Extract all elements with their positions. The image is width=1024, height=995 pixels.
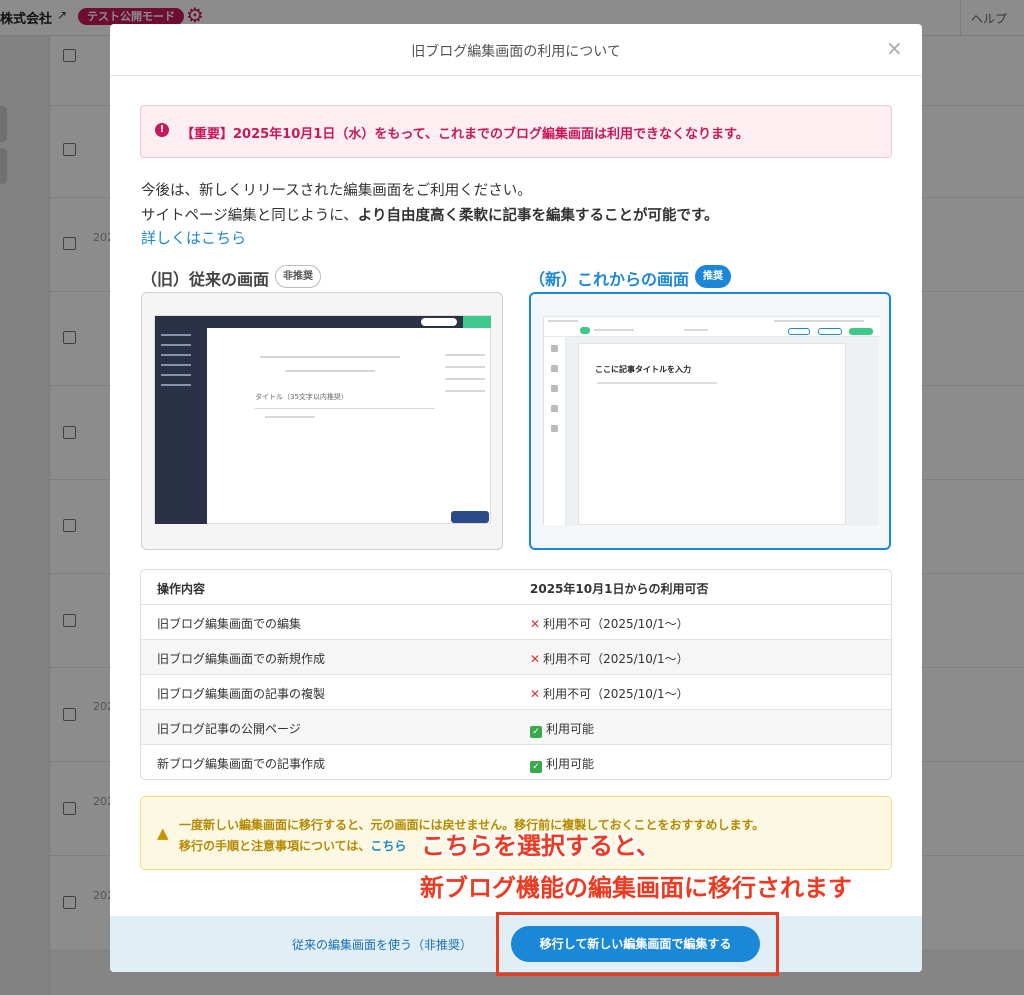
status-text: 利用不可（2025/10/1〜） bbox=[543, 687, 689, 701]
check-icon: ✓ bbox=[530, 761, 542, 773]
cross-icon: ✕ bbox=[530, 687, 541, 701]
row-status: ✓ 利用可能 bbox=[530, 755, 594, 773]
row-operation: 旧ブログ編集画面での新規作成 bbox=[157, 652, 326, 666]
old-editor-title-placeholder: タイトル（35文字以内推奨） bbox=[255, 393, 348, 401]
status-text: 利用不可（2025/10/1〜） bbox=[543, 652, 689, 666]
row-status: ✕ 利用不可（2025/10/1〜） bbox=[530, 615, 689, 632]
annotation-line-1: こちらを選択すると、 bbox=[421, 832, 661, 860]
use-old-editor-link[interactable]: 従来の編集画面を使う（非推奨） bbox=[292, 936, 472, 953]
new-editor-sidebar bbox=[544, 337, 566, 525]
annotation-line-2: 新ブログ機能の編集画面に移行されます bbox=[420, 874, 852, 902]
intro-line-1: 今後は、新しくリリースされた編集画面をご利用ください。 bbox=[141, 183, 532, 199]
modal-header: 旧ブログ編集画面の利用について × bbox=[110, 24, 922, 76]
warning-line-2-plain: 移行の手順と注意事項については、 bbox=[179, 839, 371, 853]
row-status: ✓ 利用可能 bbox=[530, 720, 594, 738]
old-editor-preview: タイトル（35文字以内推奨） bbox=[141, 292, 503, 550]
warning-link[interactable]: こちら bbox=[370, 839, 406, 853]
check-icon: ✓ bbox=[530, 726, 542, 738]
status-text: 利用可能 bbox=[546, 757, 595, 771]
new-editor-toolbar bbox=[544, 317, 880, 337]
status-text: 利用不可（2025/10/1〜） bbox=[543, 617, 689, 631]
table-row: 旧ブログ編集画面での編集 ✕ 利用不可（2025/10/1〜） bbox=[141, 605, 891, 640]
cross-icon: ✕ bbox=[530, 652, 541, 666]
old-editor-sidebar bbox=[155, 316, 207, 524]
row-status: ✕ 利用不可（2025/10/1〜） bbox=[530, 650, 689, 667]
deprecated-badge: 非推奨 bbox=[275, 265, 321, 288]
old-editor-topbar bbox=[207, 316, 491, 328]
new-editor-preview: ここに記事タイトルを入力 bbox=[529, 292, 891, 550]
table-row: 旧ブログ編集画面の記事の複製 ✕ 利用不可（2025/10/1〜） bbox=[141, 675, 891, 710]
new-editor-canvas: ここに記事タイトルを入力 bbox=[566, 337, 879, 525]
new-editor-heading: （新）これからの画面 bbox=[529, 270, 690, 289]
status-text: 利用可能 bbox=[546, 722, 595, 736]
alert-text: 【重要】2025年10月1日（水）をもって、これまでのブログ編集画面は利用できな… bbox=[181, 127, 749, 142]
header-availability: 2025年10月1日からの利用可否 bbox=[530, 582, 709, 596]
important-alert: ! 【重要】2025年10月1日（水）をもって、これまでのブログ編集画面は利用で… bbox=[140, 105, 892, 158]
intro-line-2: サイトページ編集と同じように、より自由度高く柔軟に記事を編集することが可能です。 bbox=[141, 204, 719, 225]
row-operation: 新ブログ編集画面での記事作成 bbox=[157, 757, 326, 771]
row-operation: 旧ブログ編集画面での編集 bbox=[157, 617, 302, 631]
annotation-highlight-box bbox=[496, 912, 779, 976]
warning-icon: ▲ bbox=[157, 824, 169, 842]
intro-line-2-plain: サイトページ編集と同じように、 bbox=[141, 208, 358, 224]
cross-icon: ✕ bbox=[530, 617, 541, 631]
new-editor-title-placeholder: ここに記事タイトルを入力 bbox=[595, 365, 691, 374]
availability-table: 操作内容 2025年10月1日からの利用可否 旧ブログ編集画面での編集 ✕ 利用不… bbox=[140, 569, 892, 780]
old-editor-button bbox=[451, 511, 489, 523]
close-icon[interactable]: × bbox=[886, 36, 903, 60]
old-editor-heading: （旧）従来の画面 bbox=[141, 270, 270, 289]
row-operation: 旧ブログ記事の公開ページ bbox=[157, 722, 301, 736]
warning-line-2: 移行の手順と注意事項については、こちら bbox=[179, 837, 406, 854]
recommended-badge: 推奨 bbox=[695, 265, 731, 288]
table-row: 旧ブログ記事の公開ページ ✓ 利用可能 bbox=[141, 710, 891, 745]
table-row: 新ブログ編集画面での記事作成 ✓ 利用可能 bbox=[141, 745, 891, 779]
row-operation: 旧ブログ編集画面の記事の複製 bbox=[157, 687, 326, 701]
row-status: ✕ 利用不可（2025/10/1〜） bbox=[530, 685, 689, 702]
new-editor-paper: ここに記事タイトルを入力 bbox=[578, 343, 846, 525]
exclamation-icon: ! bbox=[155, 123, 169, 137]
old-editor-screenshot: タイトル（35文字以内推奨） bbox=[154, 315, 491, 524]
table-header-row: 操作内容 2025年10月1日からの利用可否 bbox=[141, 570, 891, 605]
intro-line-2-bold: より自由度高く柔軟に記事を編集することが可能です。 bbox=[357, 208, 719, 224]
details-link[interactable]: 詳しくはこちら bbox=[141, 227, 246, 248]
modal-title: 旧ブログ編集画面の利用について bbox=[411, 44, 621, 60]
table-row: 旧ブログ編集画面での新規作成 ✕ 利用不可（2025/10/1〜） bbox=[141, 640, 891, 675]
header-operation: 操作内容 bbox=[157, 582, 206, 596]
new-editor-screenshot: ここに記事タイトルを入力 bbox=[543, 316, 880, 525]
